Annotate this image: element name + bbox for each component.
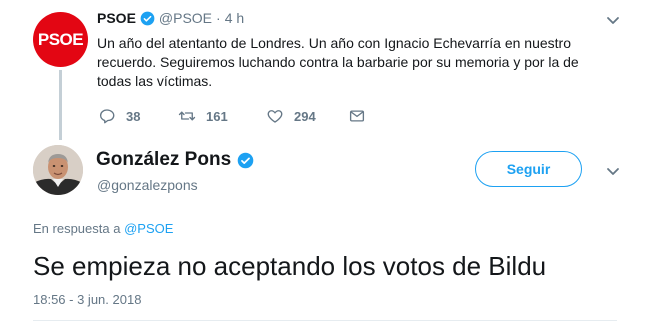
- like-count: 294: [294, 108, 316, 124]
- direct-message-button[interactable]: [348, 107, 376, 125]
- author-name[interactable]: González Pons: [96, 149, 258, 171]
- parent-tweet-text: Un año del atentanto de Londres. Un año …: [97, 35, 579, 89]
- thread-connector-line: [59, 70, 62, 140]
- parent-tweet-header: PSOE @PSOE · 4 h: [97, 10, 244, 26]
- reply-icon: [99, 109, 115, 124]
- verified-icon: [237, 152, 254, 168]
- follow-button[interactable]: Seguir: [475, 151, 582, 187]
- parent-author-handle[interactable]: @PSOE: [159, 10, 212, 26]
- reply-context-prefix: En respuesta a: [33, 221, 121, 236]
- verified-icon: [140, 11, 155, 25]
- reply-context: En respuesta a @PSOE: [33, 221, 173, 236]
- parent-author-name[interactable]: PSOE: [97, 10, 136, 26]
- retweet-count: 161: [206, 108, 228, 124]
- reply-button[interactable]: 38: [98, 107, 140, 125]
- chevron-down-icon[interactable]: [605, 12, 621, 28]
- psoe-avatar[interactable]: PSOE: [33, 12, 88, 67]
- envelope-icon: [349, 110, 365, 122]
- reply-count: 38: [126, 108, 141, 124]
- tweet-timestamp[interactable]: 18:56 - 3 jun. 2018: [33, 292, 141, 307]
- like-button[interactable]: 294: [266, 107, 316, 125]
- psoe-avatar-text: PSOE: [37, 29, 84, 49]
- reply-to-handle-link[interactable]: @PSOE: [124, 221, 173, 236]
- gonzalez-pons-avatar[interactable]: [33, 145, 83, 195]
- heart-icon: [267, 110, 283, 123]
- author-name-text: González Pons: [96, 149, 232, 170]
- chevron-down-icon[interactable]: [605, 163, 621, 179]
- author-handle[interactable]: @gonzalezpons: [97, 177, 198, 193]
- tweet-text: Se empieza no aceptando los votos de Bil…: [33, 251, 547, 281]
- person-portrait-icon: [33, 145, 83, 195]
- retweet-button[interactable]: 161: [178, 107, 228, 125]
- divider: [33, 320, 617, 321]
- header-separator: ·: [216, 10, 221, 26]
- parent-tweet-time[interactable]: 4 h: [225, 10, 244, 26]
- retweet-icon: [178, 111, 196, 121]
